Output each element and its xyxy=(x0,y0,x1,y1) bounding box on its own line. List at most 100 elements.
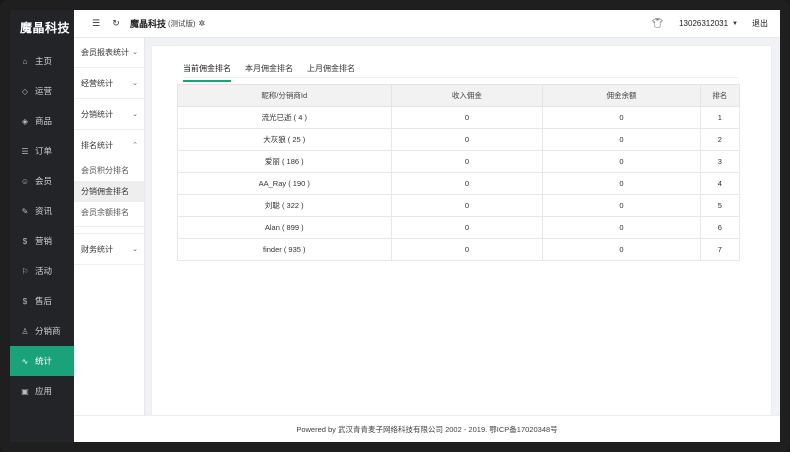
subnav-item-balance-rank[interactable]: 会员余额排名 xyxy=(74,202,144,227)
table-row: 刘聪 ( 322 ) 0 0 5 xyxy=(177,194,741,217)
tab-current-commission[interactable]: 当前佣金排名 xyxy=(183,60,231,82)
subnav-group-label: 排名统计 xyxy=(81,140,113,150)
nav-item-label: 订单 xyxy=(35,146,53,156)
table-cell: 0 xyxy=(390,106,544,129)
table-row: 爱丽 ( 186 ) 0 0 3 xyxy=(177,150,741,173)
table-cell: 爱丽 ( 186 ) xyxy=(177,150,392,173)
subnav-group-label: 经营统计 xyxy=(81,78,113,88)
nav-item-11[interactable]: ∿ 统计 xyxy=(10,346,74,376)
tab-month-commission[interactable]: 本月佣金排名 xyxy=(245,60,293,82)
top-header: ☰ ↻ 魔晶科技 (测试版) ✲ 👕︎ 13026312031 ▼ 退出 xyxy=(74,10,780,38)
nav-item-4[interactable]: ☰ 订单 xyxy=(10,136,74,166)
nav-item-1[interactable]: ⌂ 主页 xyxy=(10,46,74,76)
nav-item-label: 会员 xyxy=(35,176,53,186)
table-row: 流光已逝 ( 4 ) 0 0 1 xyxy=(177,106,741,129)
table-cell: 1 xyxy=(699,106,741,129)
table-cell: 0 xyxy=(542,106,701,129)
nav-item-label: 资讯 xyxy=(35,206,53,216)
shield-icon: ◇ xyxy=(21,86,29,96)
shirt-icon[interactable]: 👕︎ xyxy=(652,18,663,29)
table-cell: 0 xyxy=(390,216,544,239)
table-cell: 4 xyxy=(699,172,741,195)
subnav-item-member-points-rank[interactable]: 会员积分排名 xyxy=(74,160,144,181)
nav-list: ⌂ 主页 ◇ 运营 ◈ 商品 ☰ 订单 ☺ 会员 ✎ 资讯 $ 营销 ⚐ 活动 $ 售后 ♙ 分销商 ∿ 统计 ▣ 应用 xyxy=(10,46,74,406)
list-icon: ☰ xyxy=(21,146,29,156)
tag-icon: ◈ xyxy=(21,116,29,126)
user-icon: ♙ xyxy=(21,326,29,336)
subnav-group-label: 会员报表统计 xyxy=(81,47,129,57)
table-cell: AA_Ray ( 190 ) xyxy=(177,172,392,195)
beta-badge: (测试版) xyxy=(168,19,196,28)
table-cell: 0 xyxy=(542,172,701,195)
refresh-icon[interactable]: ↻ xyxy=(106,18,126,29)
table-cell: 0 xyxy=(542,194,701,217)
brand-logo: 魔晶科技 xyxy=(20,21,71,35)
apps-icon: ▣ xyxy=(21,386,29,396)
page-footer: Powered by 武汉青青麦子网络科技有限公司 2002 - 2019. 鄂… xyxy=(74,415,780,442)
pulse-icon: ∿ xyxy=(21,356,29,366)
table-row: finder ( 935 ) 0 0 7 xyxy=(177,238,741,261)
table-cell: 0 xyxy=(542,216,701,239)
nav-item-label: 营销 xyxy=(35,236,53,246)
subnav-group-ranking[interactable]: 排名统计 ⌃ xyxy=(74,130,144,160)
subnav-group-finance[interactable]: 财务统计 ⌄ xyxy=(74,233,144,265)
dollar-icon: $ xyxy=(22,236,28,246)
nav-item-2[interactable]: ◇ 运营 xyxy=(10,76,74,106)
tab-last-month-commission[interactable]: 上月佣金排名 xyxy=(307,60,355,82)
logout-button[interactable]: 退出 xyxy=(752,18,768,29)
nav-item-label: 活动 xyxy=(35,266,53,276)
caret-down-icon[interactable]: ▼ xyxy=(732,21,738,27)
nav-item-12[interactable]: ▣ 应用 xyxy=(10,376,74,406)
nav-item-3[interactable]: ◈ 商品 xyxy=(10,106,74,136)
nav-item-label: 应用 xyxy=(35,386,53,396)
flag-icon: ⚐ xyxy=(21,266,29,276)
nav-item-6[interactable]: ✎ 资讯 xyxy=(10,196,74,226)
table-cell: 0 xyxy=(390,194,544,217)
col-header-balance: 佣金余额 xyxy=(542,84,701,107)
rank-tabs: 当前佣金排名 本月佣金排名 上月佣金排名 xyxy=(183,60,369,82)
nav-item-9[interactable]: $ 售后 xyxy=(10,286,74,316)
table-cell: 2 xyxy=(699,128,741,151)
subnav-group-distribution[interactable]: 分销统计 ⌄ xyxy=(74,99,144,130)
app-title: 魔晶科技 xyxy=(130,19,167,29)
nav-item-label: 运营 xyxy=(35,86,53,96)
ranking-table: 昵称/分销商Id 收入佣金 佣金余额 排名 流光已逝 ( 4 ) 0 0 1 大灰狼 (… xyxy=(177,84,741,261)
table-cell: 5 xyxy=(699,194,741,217)
gear-icon[interactable]: ✲ xyxy=(199,19,206,28)
col-header-income: 收入佣金 xyxy=(390,84,544,107)
subnav-group-member-report[interactable]: 会员报表统计 ⌄ xyxy=(74,37,144,68)
user-account[interactable]: 13026312031 xyxy=(679,19,728,28)
subnav-group-label: 分销统计 xyxy=(81,109,113,119)
chevron-down-icon: ⌄ xyxy=(132,49,138,56)
menu-toggle-icon[interactable]: ☰ xyxy=(86,18,106,29)
table-header-row: 昵称/分销商Id 收入佣金 佣金余额 排名 xyxy=(177,84,741,107)
nav-item-10[interactable]: ♙ 分销商 xyxy=(10,316,74,346)
table-row: AA_Ray ( 190 ) 0 0 4 xyxy=(177,172,741,195)
smile-icon: ☺ xyxy=(20,176,30,186)
primary-nav: 魔晶科技 ⌂ 主页 ◇ 运营 ◈ 商品 ☰ 订单 ☺ 会员 ✎ 资讯 $ 营销 ⚐ 活动 $ 售后 ♙ 分销商 ∿ 统计 ▣… xyxy=(10,10,74,442)
home-icon: ⌂ xyxy=(22,56,28,66)
table-row: Alan ( 899 ) 0 0 6 xyxy=(177,216,741,239)
table-cell: 0 xyxy=(390,128,544,151)
nav-item-7[interactable]: $ 营销 xyxy=(10,226,74,256)
table-cell: 6 xyxy=(699,216,741,239)
table-cell: 大灰狼 ( 25 ) xyxy=(177,128,392,151)
app-screen: 魔晶科技 ⌂ 主页 ◇ 运营 ◈ 商品 ☰ 订单 ☺ 会员 ✎ 资讯 $ 营销 ⚐ 活动 $ 售后 ♙ 分销商 ∿ 统计 ▣… xyxy=(10,10,780,442)
nav-item-5[interactable]: ☺ 会员 xyxy=(10,166,74,196)
main-content: 当前佣金排名 本月佣金排名 上月佣金排名 昵称/分销商Id 收入佣金 佣金余额 … xyxy=(151,45,772,417)
table-row: 大灰狼 ( 25 ) 0 0 2 xyxy=(177,128,741,151)
subnav-item-commission-rank[interactable]: 分销佣金排名 xyxy=(74,181,144,202)
table-cell: finder ( 935 ) xyxy=(177,238,392,261)
table-cell: 0 xyxy=(542,238,701,261)
nav-item-8[interactable]: ⚐ 活动 xyxy=(10,256,74,286)
table-cell: 0 xyxy=(542,128,701,151)
table-cell: 0 xyxy=(390,172,544,195)
chevron-up-icon: ⌃ xyxy=(132,142,138,149)
table-cell: 0 xyxy=(390,238,544,261)
table-cell: 3 xyxy=(699,150,741,173)
table-cell: 7 xyxy=(699,238,741,261)
table-cell: Alan ( 899 ) xyxy=(177,216,392,239)
subnav-group-business[interactable]: 经营统计 ⌄ xyxy=(74,68,144,99)
chevron-down-icon: ⌄ xyxy=(132,246,138,253)
table-body: 流光已逝 ( 4 ) 0 0 1 大灰狼 ( 25 ) 0 0 2 爱丽 ( 186 ) 0 0 3 A… xyxy=(177,106,741,261)
